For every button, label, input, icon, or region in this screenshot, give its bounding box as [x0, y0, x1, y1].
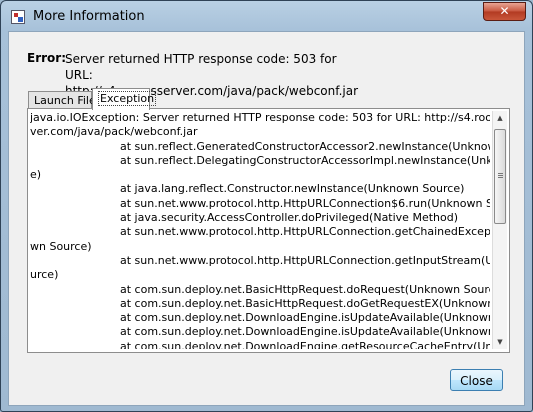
tab-label: Launch File [34, 94, 96, 107]
java-app-icon [11, 10, 25, 24]
exception-text-area[interactable]: java.io.IOException: Server returned HTT… [30, 111, 490, 349]
exception-line: at java.lang.reflect.Constructor.newInst… [120, 182, 465, 196]
exception-line: at sun.net.www.protocol.http.HttpURLConn… [120, 196, 490, 210]
exception-line: at java.security.AccessController.doPriv… [120, 211, 458, 225]
title-bar[interactable]: More Information ✕ [1, 1, 532, 31]
exception-line: at com.sun.deploy.net.BasicHttpRequest.d… [120, 296, 490, 310]
scroll-down-icon[interactable]: ▼ [493, 335, 507, 349]
exception-line: at sun.reflect.GeneratedConstructorAcces… [120, 139, 490, 153]
exception-line: java.io.IOException: Server returned HTT… [30, 111, 490, 124]
exception-line: at sun.net.www.protocol.http.HttpURLConn… [120, 253, 490, 267]
exception-line: at sun.net.www.protocol.http.HttpURLConn… [120, 225, 490, 239]
exception-line: at com.sun.deploy.net.DownloadEngine.get… [120, 339, 490, 349]
close-button[interactable]: Close [450, 369, 503, 391]
error-label: Error: [27, 51, 66, 65]
grip-icon [498, 173, 503, 174]
dialog-window: More Information ✕ Error: Server returne… [0, 0, 533, 412]
window-title: More Information [33, 9, 145, 24]
exception-line: ver.com/java/pack/webconf.jar [30, 125, 198, 139]
tab-label: Exception [98, 91, 157, 106]
exception-line: at com.sun.deploy.net.DownloadEngine.isU… [120, 325, 490, 339]
scrollbar-thumb[interactable] [494, 129, 506, 224]
exception-panel: java.io.IOException: Server returned HTT… [27, 108, 510, 353]
exception-line: at com.sun.deploy.net.BasicHttpRequest.d… [120, 282, 490, 296]
scroll-up-icon[interactable]: ▲ [493, 111, 507, 125]
dialog-content: Error: Server returned HTTP response cod… [8, 31, 525, 406]
tab-exception[interactable]: Exception [92, 88, 157, 110]
exception-line: wn Source) [30, 239, 92, 253]
exception-line: at com.sun.deploy.net.DownloadEngine.isU… [120, 311, 490, 325]
exception-line: urce) [30, 268, 59, 282]
vertical-scrollbar[interactable]: ▲ ▼ [492, 111, 507, 349]
tab-launch-file[interactable]: Launch File [28, 91, 96, 109]
window-close-icon[interactable]: ✕ [483, 2, 526, 21]
exception-line: at sun.reflect.DelegatingConstructorAcce… [120, 153, 490, 167]
error-message-line: Server returned HTTP response code: 503 … [65, 52, 337, 82]
exception-line: e) [30, 168, 42, 182]
